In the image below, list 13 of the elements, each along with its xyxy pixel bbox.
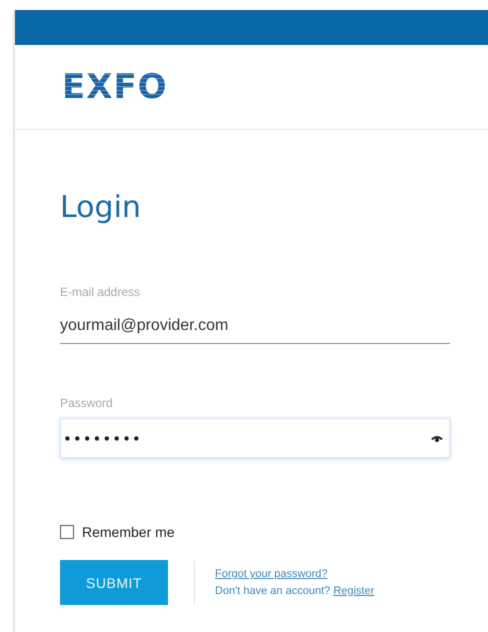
email-field[interactable]: yourmail@provider.com [60, 299, 450, 344]
password-dots: •••••••• [63, 430, 142, 448]
field-label: E-mail address [60, 285, 142, 299]
no-account-text: Don't have an account? [215, 585, 330, 597]
eye-icon[interactable] [431, 434, 443, 442]
remember-checkbox[interactable] [60, 525, 74, 539]
checkbox-label: Remember me [82, 524, 175, 540]
page-title: Login [60, 190, 142, 225]
register-link[interactable]: Register [333, 585, 374, 597]
field-label: Password [60, 396, 114, 410]
forgot-password-link[interactable]: Forgot your password? [215, 568, 374, 580]
password-field[interactable]: •••••••• [60, 418, 450, 458]
submit-button[interactable]: SUBMIT [60, 560, 168, 605]
